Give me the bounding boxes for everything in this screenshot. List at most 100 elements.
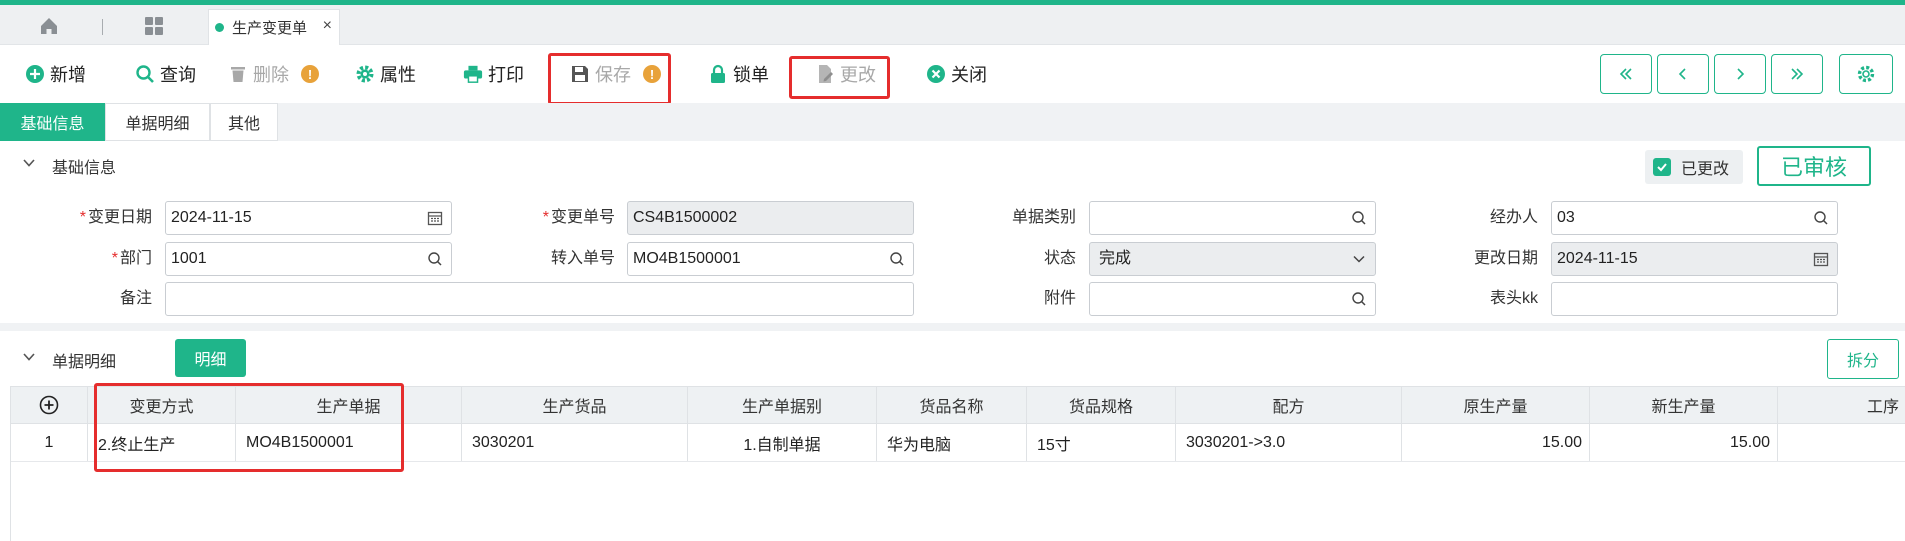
gear-icon [355,64,375,84]
status-label: 状态 [1043,250,1076,267]
change-date-field[interactable]: 2024-11-15 [165,201,452,235]
prev-record-button[interactable] [1657,54,1709,94]
settings-button[interactable] [1839,54,1893,94]
close-button[interactable]: 关闭 [926,45,987,103]
properties-button[interactable]: 属性 [355,45,416,103]
header-kk-field[interactable] [1551,282,1838,316]
form-subtabs: 基础信息 单据明细 其他 [0,103,1905,141]
split-button[interactable]: 拆分 [1827,339,1899,379]
change-date-label: * 变更日期 [79,209,152,226]
col-original-qty[interactable]: 原生产量 [1402,387,1590,423]
close-circle-icon [926,64,946,84]
handler-field[interactable]: 03 [1551,201,1838,235]
print-button[interactable]: 打印 [463,45,524,103]
source-no-label: 转入单号 [550,250,615,267]
attachment-label: 附件 [1043,290,1076,307]
col-formula[interactable]: 配方 [1176,387,1402,423]
lock-button[interactable]: 锁单 [708,45,769,103]
header-kk-label: 表头kk [1489,290,1538,307]
status-select[interactable]: 完成 [1089,242,1376,276]
cell-goods-name[interactable]: 华为电脑 [877,424,1027,461]
change-no-field[interactable]: CS4B1500002 [627,201,914,235]
add-label: 新增 [50,65,86,85]
last-page-icon [1791,68,1804,80]
cell-doc-category[interactable]: 1.自制单据 [688,424,877,461]
col-production-goods[interactable]: 生产货品 [462,387,688,423]
handler-label: 经办人 [1489,209,1538,226]
highlight-save [548,53,671,105]
row-number: 1 [11,424,88,461]
cell-new-qty[interactable]: 15.00 [1590,424,1778,461]
remark-field[interactable] [165,282,914,316]
next-record-button[interactable] [1714,54,1766,94]
tab-basic-info[interactable]: 基础信息 [0,103,105,141]
col-process[interactable]: 工序 [1778,387,1905,423]
chevron-down-icon[interactable] [1351,251,1367,267]
search-icon [135,64,155,84]
properties-label: 属性 [380,65,416,85]
trash-icon [228,64,248,84]
add-row-cell[interactable] [11,387,88,423]
col-doc-category[interactable]: 生产单据别 [688,387,877,423]
tab-divider [102,19,103,35]
search-icon[interactable] [889,251,905,267]
plus-circle-icon [25,64,45,84]
search-icon[interactable] [1351,210,1367,226]
add-button[interactable]: 新增 [25,45,86,103]
home-icon[interactable] [38,15,60,37]
source-no-field[interactable]: MO4B1500001 [627,242,914,276]
close-label: 关闭 [951,65,987,85]
detail-header[interactable]: 单据明细 [0,335,1905,381]
cell-original-qty[interactable]: 15.00 [1402,424,1590,461]
doc-type-field[interactable] [1089,201,1376,235]
tab-change-order[interactable]: 生产变更单 × [208,9,340,45]
delete-label: 删除 [253,65,289,85]
chevron-down-icon [23,353,35,361]
lock-icon [708,64,728,84]
search-icon[interactable] [1351,291,1367,307]
cell-formula[interactable]: 3030201->3.0 [1176,424,1402,461]
next-page-icon [1737,68,1745,80]
tab-other[interactable]: 其他 [210,103,278,141]
remark-label: 备注 [119,290,152,307]
change-no-label: * 变更单号 [542,209,615,226]
cell-process[interactable] [1778,424,1905,461]
section-title: 单据明细 [52,354,117,371]
tab-doc-detail[interactable]: 单据明细 [105,103,210,141]
doc-type-label: 单据类别 [1011,209,1076,226]
col-new-qty[interactable]: 新生产量 [1590,387,1778,423]
tab-label: 生产变更单 [232,20,308,37]
check-icon [1653,158,1671,176]
search-icon[interactable] [427,251,443,267]
basic-info-header[interactable]: 基础信息 [0,141,1905,187]
attachment-field[interactable] [1089,282,1376,316]
changed-label: 已更改 [1681,161,1730,178]
add-row-icon[interactable] [39,395,59,415]
modify-date-label: 更改日期 [1473,250,1538,267]
highlight-modify [789,56,890,99]
changed-indicator: 已更改 [1645,150,1743,184]
col-goods-name[interactable]: 货品名称 [877,387,1027,423]
search-icon[interactable] [1813,210,1829,226]
cell-goods-spec[interactable]: 15寸 [1027,424,1176,461]
close-tab-icon[interactable]: × [323,17,332,35]
detail-button[interactable]: 明细 [175,339,246,377]
dept-label: * 部门 [111,250,152,267]
query-button[interactable]: 查询 [135,45,196,103]
col-goods-spec[interactable]: 货品规格 [1027,387,1176,423]
calendar-icon[interactable] [1813,251,1829,267]
calendar-icon[interactable] [427,210,443,226]
gear-icon [1857,65,1875,83]
dept-field[interactable]: 1001 [165,242,452,276]
modify-date-field[interactable]: 2024-11-15 [1551,242,1838,276]
grid-icon[interactable] [143,15,165,37]
first-page-icon [1619,68,1632,80]
print-label: 打印 [488,65,524,85]
delete-button[interactable]: 删除 ! [228,45,319,103]
section-divider [0,323,1905,331]
section-title: 基础信息 [52,160,117,177]
cell-production-goods[interactable]: 3030201 [462,424,688,461]
last-record-button[interactable] [1771,54,1823,94]
prev-page-icon [1678,68,1686,80]
first-record-button[interactable] [1600,54,1652,94]
